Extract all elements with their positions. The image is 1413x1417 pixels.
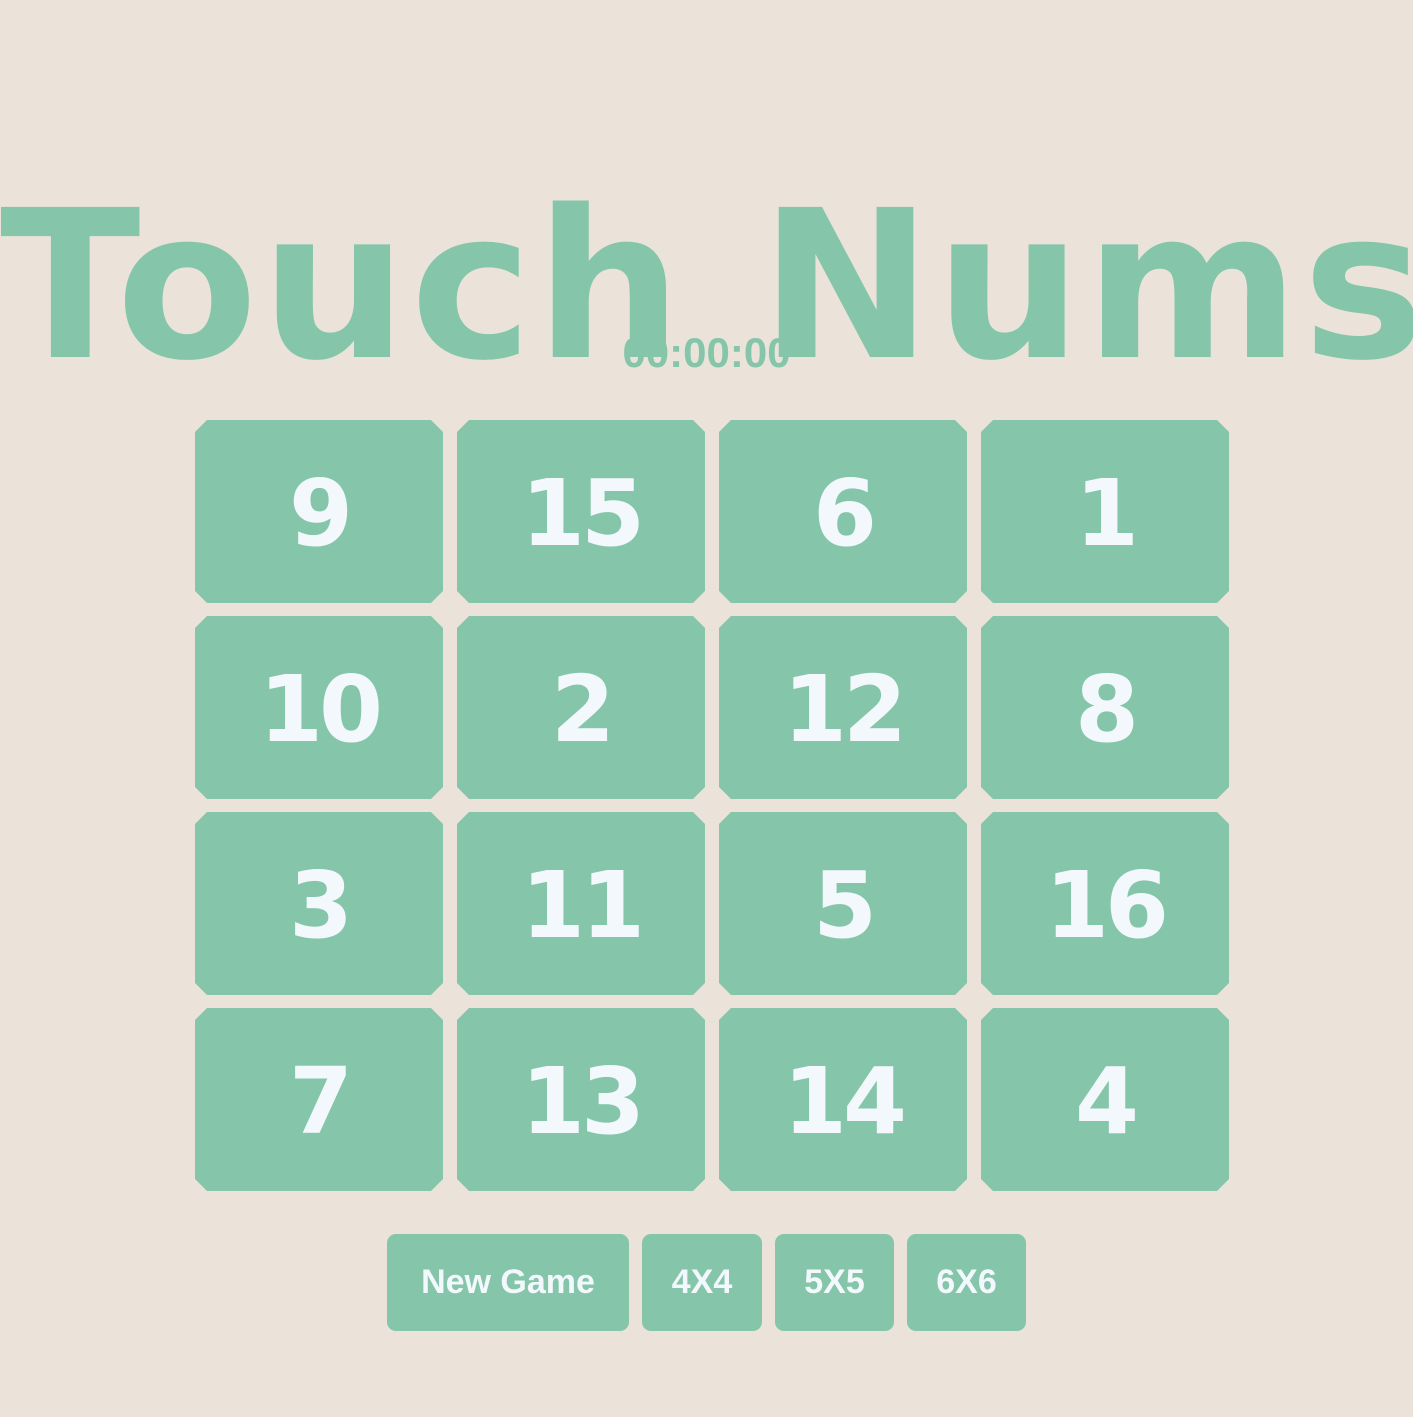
game-controls: New Game 4X4 5X5 6X6 [0, 1234, 1413, 1331]
size-4x4-button[interactable]: 4X4 [642, 1234, 762, 1331]
game-timer: 00:00:00 [622, 329, 791, 376]
number-tile[interactable]: 8 [981, 616, 1229, 799]
number-tile[interactable]: 16 [981, 812, 1229, 995]
number-tile[interactable]: 14 [719, 1008, 967, 1191]
number-tile[interactable]: 7 [195, 1008, 443, 1191]
number-tile[interactable]: 11 [457, 812, 705, 995]
number-tile[interactable]: 3 [195, 812, 443, 995]
number-tile[interactable]: 15 [457, 420, 705, 603]
size-6x6-button[interactable]: 6X6 [907, 1234, 1026, 1331]
number-grid: 9 15 6 1 10 2 12 8 3 11 5 16 7 13 14 4 [195, 420, 1229, 1193]
number-tile[interactable]: 2 [457, 616, 705, 799]
number-tile[interactable]: 13 [457, 1008, 705, 1191]
new-game-button[interactable]: New Game [387, 1234, 629, 1331]
size-5x5-button[interactable]: 5X5 [775, 1234, 894, 1331]
number-tile[interactable]: 1 [981, 420, 1229, 603]
number-tile[interactable]: 10 [195, 616, 443, 799]
number-tile[interactable]: 9 [195, 420, 443, 603]
number-tile[interactable]: 5 [719, 812, 967, 995]
number-tile[interactable]: 4 [981, 1008, 1229, 1191]
number-tile[interactable]: 6 [719, 420, 967, 603]
number-tile[interactable]: 12 [719, 616, 967, 799]
